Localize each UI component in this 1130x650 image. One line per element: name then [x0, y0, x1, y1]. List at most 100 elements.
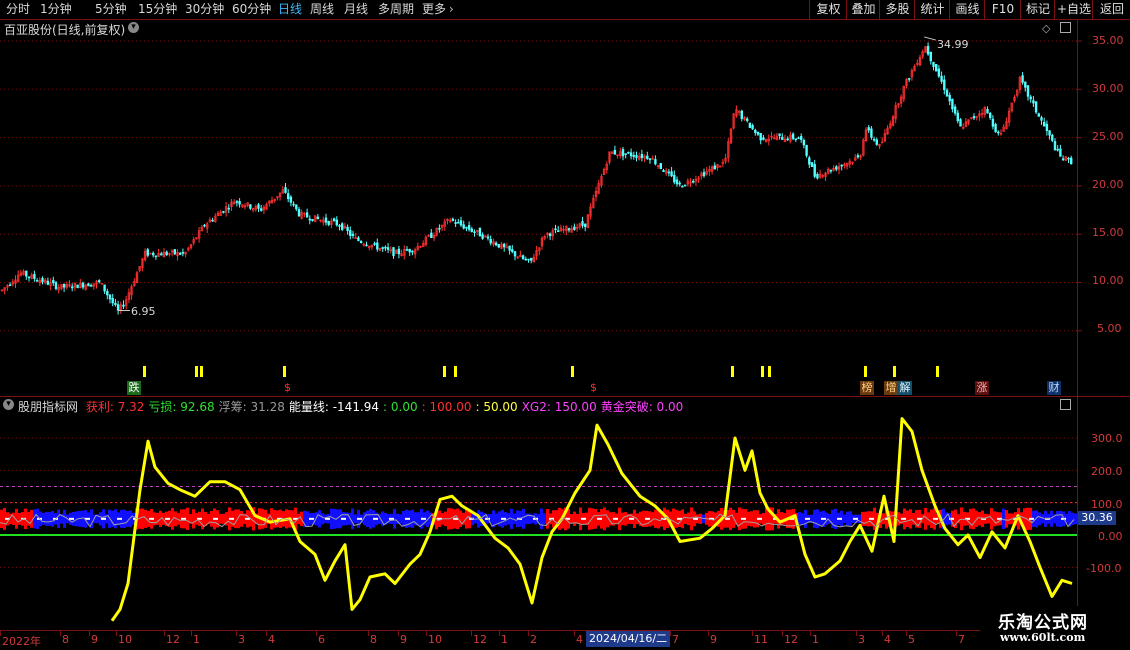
tab-daily[interactable]: 日线 — [278, 1, 302, 18]
band-dash — [405, 517, 410, 520]
date-tick-mark — [752, 631, 753, 636]
band-dash — [917, 517, 922, 520]
candlestick-chart[interactable] — [0, 20, 1130, 396]
candle-body — [467, 225, 471, 230]
main-y-tick: 30.00 — [1092, 82, 1124, 95]
event-badge-unlock[interactable]: 解 — [898, 381, 912, 395]
period-toolbar: 分时 1分钟 5分钟 15分钟 30分钟 60分钟 日线 周线 月线 多周期 更… — [0, 0, 1130, 20]
candle-body — [948, 94, 951, 102]
band-bar — [603, 507, 606, 531]
candle-body — [462, 224, 465, 229]
candle-body — [211, 219, 214, 222]
tab-30min[interactable]: 30分钟 — [185, 1, 224, 18]
tab-1min[interactable]: 1分钟 — [40, 1, 72, 18]
event-badge-dollar[interactable]: $ — [590, 381, 597, 394]
band-bar — [366, 510, 369, 527]
candle-body — [640, 154, 644, 158]
tab-5min[interactable]: 5分钟 — [95, 1, 127, 18]
band-dash — [645, 517, 650, 520]
event-badge-finance[interactable]: 财 — [1047, 381, 1061, 395]
watermark-title: 乐淘公式网 — [998, 613, 1088, 633]
candle-body — [875, 139, 879, 145]
candle-body — [756, 131, 760, 135]
band-bar — [753, 510, 756, 528]
candle-body — [376, 242, 379, 250]
event-badge-rank[interactable]: 榜 — [860, 381, 874, 395]
candle-body — [308, 218, 311, 221]
tab-more[interactable]: 更多 — [422, 1, 446, 18]
tab-weekly[interactable]: 周线 — [310, 1, 334, 18]
yellow-markers — [143, 366, 939, 377]
candle-body — [829, 169, 833, 172]
band-bar — [762, 512, 765, 525]
band-bar — [780, 512, 783, 526]
band-dash — [629, 517, 634, 520]
indicator-chart[interactable] — [0, 397, 1078, 630]
candle-body — [349, 230, 352, 236]
band-bar — [624, 512, 627, 526]
high-label: 34.99 — [937, 38, 969, 51]
candle-body — [351, 233, 355, 236]
candle-body — [1021, 75, 1024, 83]
candle-body — [451, 218, 455, 222]
candle-body — [554, 228, 557, 231]
event-badge-limit-up[interactable]: 涨 — [975, 381, 989, 395]
indicator-y-tick: -100.0 — [1086, 562, 1122, 575]
main-grid — [0, 40, 1082, 332]
tab-multi-period[interactable]: 多周期 — [378, 1, 414, 18]
candle-body — [284, 187, 287, 193]
band-dash — [213, 517, 218, 520]
candle-body — [227, 207, 230, 210]
candle-body — [867, 127, 870, 131]
candle-body — [324, 217, 328, 223]
statistics-button[interactable]: 统计 — [914, 0, 950, 19]
band-bar — [699, 513, 702, 525]
candle-body — [106, 291, 109, 296]
f10-button[interactable]: F10 — [984, 0, 1021, 19]
candle-body — [937, 68, 941, 77]
mark-button[interactable]: 标记 — [1020, 0, 1055, 19]
candle-body — [486, 236, 490, 239]
event-badge-dollar[interactable]: $ — [284, 381, 291, 394]
band-bar — [81, 510, 84, 528]
band-bar — [210, 511, 213, 527]
tab-monthly[interactable]: 月线 — [344, 1, 368, 18]
back-button[interactable]: 返回 — [1092, 0, 1130, 19]
event-badge-drop[interactable]: 跌 — [127, 381, 141, 395]
band-dash — [69, 517, 74, 520]
candle-body — [799, 136, 803, 140]
candle-body — [673, 174, 676, 183]
chevron-right-icon[interactable]: › — [449, 1, 454, 18]
band-bar — [1005, 510, 1008, 528]
candle-body — [567, 228, 571, 231]
candle-body — [397, 248, 401, 255]
signal-marker — [893, 366, 896, 377]
band-bar — [417, 512, 420, 526]
tab-15min[interactable]: 15分钟 — [138, 1, 177, 18]
signal-marker — [195, 366, 198, 377]
band-bar — [123, 509, 126, 528]
adjust-button[interactable]: 复权 — [809, 0, 847, 19]
band-dash — [725, 517, 730, 520]
candle-body — [411, 250, 414, 253]
candle-body — [511, 249, 514, 252]
band-dash — [693, 517, 698, 520]
multi-stock-button[interactable]: 多股 — [879, 0, 915, 19]
candle-body — [907, 78, 911, 80]
candle-body — [872, 138, 876, 141]
candle-body — [762, 137, 765, 140]
tab-60min[interactable]: 60分钟 — [232, 1, 271, 18]
candle-body — [759, 133, 762, 141]
overlay-button[interactable]: 叠加 — [846, 0, 880, 19]
band-bar — [846, 511, 849, 526]
date-tick-mark — [398, 631, 399, 636]
candle-body — [1067, 157, 1070, 160]
tab-fenshi[interactable]: 分时 — [6, 1, 30, 18]
draw-line-button[interactable]: 画线 — [949, 0, 985, 19]
candle-body — [632, 155, 636, 157]
event-badge-increase[interactable]: 增 — [884, 381, 898, 395]
add-favorite-button[interactable]: +自选 — [1054, 0, 1093, 19]
indicator-y-tick: 100.0 — [1091, 498, 1123, 511]
candle-body — [384, 246, 387, 249]
band-bar — [411, 509, 414, 528]
